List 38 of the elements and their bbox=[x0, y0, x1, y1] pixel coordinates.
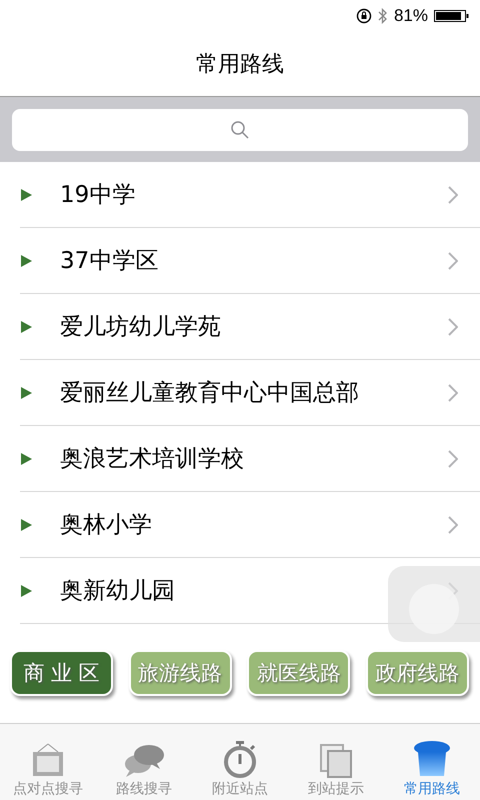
page-title: 常用路线 bbox=[196, 51, 284, 79]
tab[interactable]: 附近站点 bbox=[192, 724, 288, 800]
chef-hat-icon bbox=[412, 740, 452, 778]
play-icon bbox=[20, 386, 32, 398]
picture-frame-icon bbox=[30, 742, 66, 778]
tab[interactable]: 路线搜寻 bbox=[96, 724, 192, 800]
pages-icon bbox=[318, 742, 354, 778]
route-item[interactable]: 奥林小学 bbox=[20, 492, 480, 558]
rotation-lock-icon bbox=[356, 8, 372, 24]
tab[interactable]: 常用路线 bbox=[384, 724, 480, 800]
search-icon bbox=[230, 120, 250, 140]
play-icon bbox=[20, 254, 32, 266]
chevron-icon bbox=[448, 318, 458, 336]
route-item[interactable]: 爱儿坊幼儿学苑 bbox=[20, 294, 480, 360]
play-icon bbox=[20, 518, 32, 530]
chevron-icon bbox=[448, 186, 458, 204]
category-button[interactable]: 商 业 区 bbox=[10, 650, 113, 696]
play-icon bbox=[20, 584, 32, 596]
stopwatch-icon bbox=[222, 740, 258, 778]
tab[interactable]: 到站提示 bbox=[288, 724, 384, 800]
chevron-icon bbox=[448, 516, 458, 534]
play-icon bbox=[20, 320, 32, 332]
route-item[interactable]: 爱丽丝儿童教育中心中国总部 bbox=[20, 360, 480, 426]
battery-icon bbox=[434, 8, 470, 24]
floating-touch-menu[interactable] bbox=[388, 566, 480, 642]
play-icon bbox=[20, 188, 32, 200]
route-item[interactable]: 奥浪艺术培训学校 bbox=[20, 426, 480, 492]
chevron-icon bbox=[448, 450, 458, 468]
tab[interactable]: 点对点搜寻 bbox=[0, 724, 96, 800]
play-icon bbox=[20, 452, 32, 464]
chat-bubbles-icon bbox=[122, 742, 166, 778]
chevron-icon bbox=[448, 384, 458, 402]
route-item[interactable]: 37中学区 bbox=[20, 228, 480, 294]
search-field[interactable] bbox=[12, 108, 468, 150]
route-item[interactable]: 19中学 bbox=[20, 162, 480, 228]
bluetooth-icon bbox=[378, 8, 388, 24]
chevron-icon bbox=[448, 252, 458, 270]
battery-percentage: 81% bbox=[394, 6, 428, 26]
